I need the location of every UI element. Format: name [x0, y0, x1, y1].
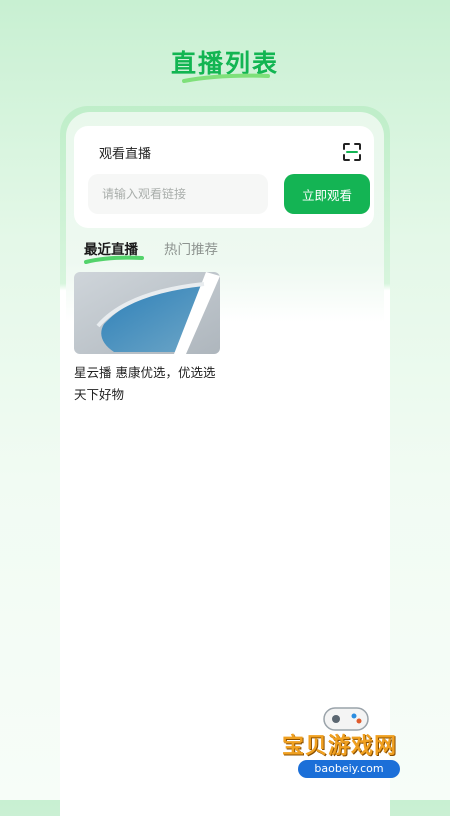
tab-recent-live[interactable]: 最近直播	[84, 238, 138, 258]
watch-live-title: 观看直播	[99, 147, 152, 162]
watch-now-button[interactable]: 立即观看	[284, 174, 370, 214]
watermark-url: baobeiy.com	[298, 760, 400, 778]
watermark: 宝贝游戏网 baobeiy.com	[270, 700, 450, 800]
watermark-name: 宝贝游戏网	[282, 734, 398, 759]
tab-hot-recommend[interactable]: 热门推荐	[164, 238, 218, 258]
video-thumbnail[interactable]	[74, 272, 220, 354]
watch-live-card: 观看直播 立即观看	[74, 126, 374, 228]
video-title: 星云播 惠康优选，优选选天下好物	[74, 365, 216, 402]
live-link-input[interactable]	[88, 174, 268, 214]
phone-screen: 64 观看直播 立即观看 最近直播 热门推荐	[66, 112, 384, 800]
video-card[interactable]: 星云播 惠康优选，优选选天下好物	[74, 272, 220, 406]
scan-icon[interactable]	[342, 142, 362, 162]
title-underline-swoosh	[182, 73, 270, 83]
